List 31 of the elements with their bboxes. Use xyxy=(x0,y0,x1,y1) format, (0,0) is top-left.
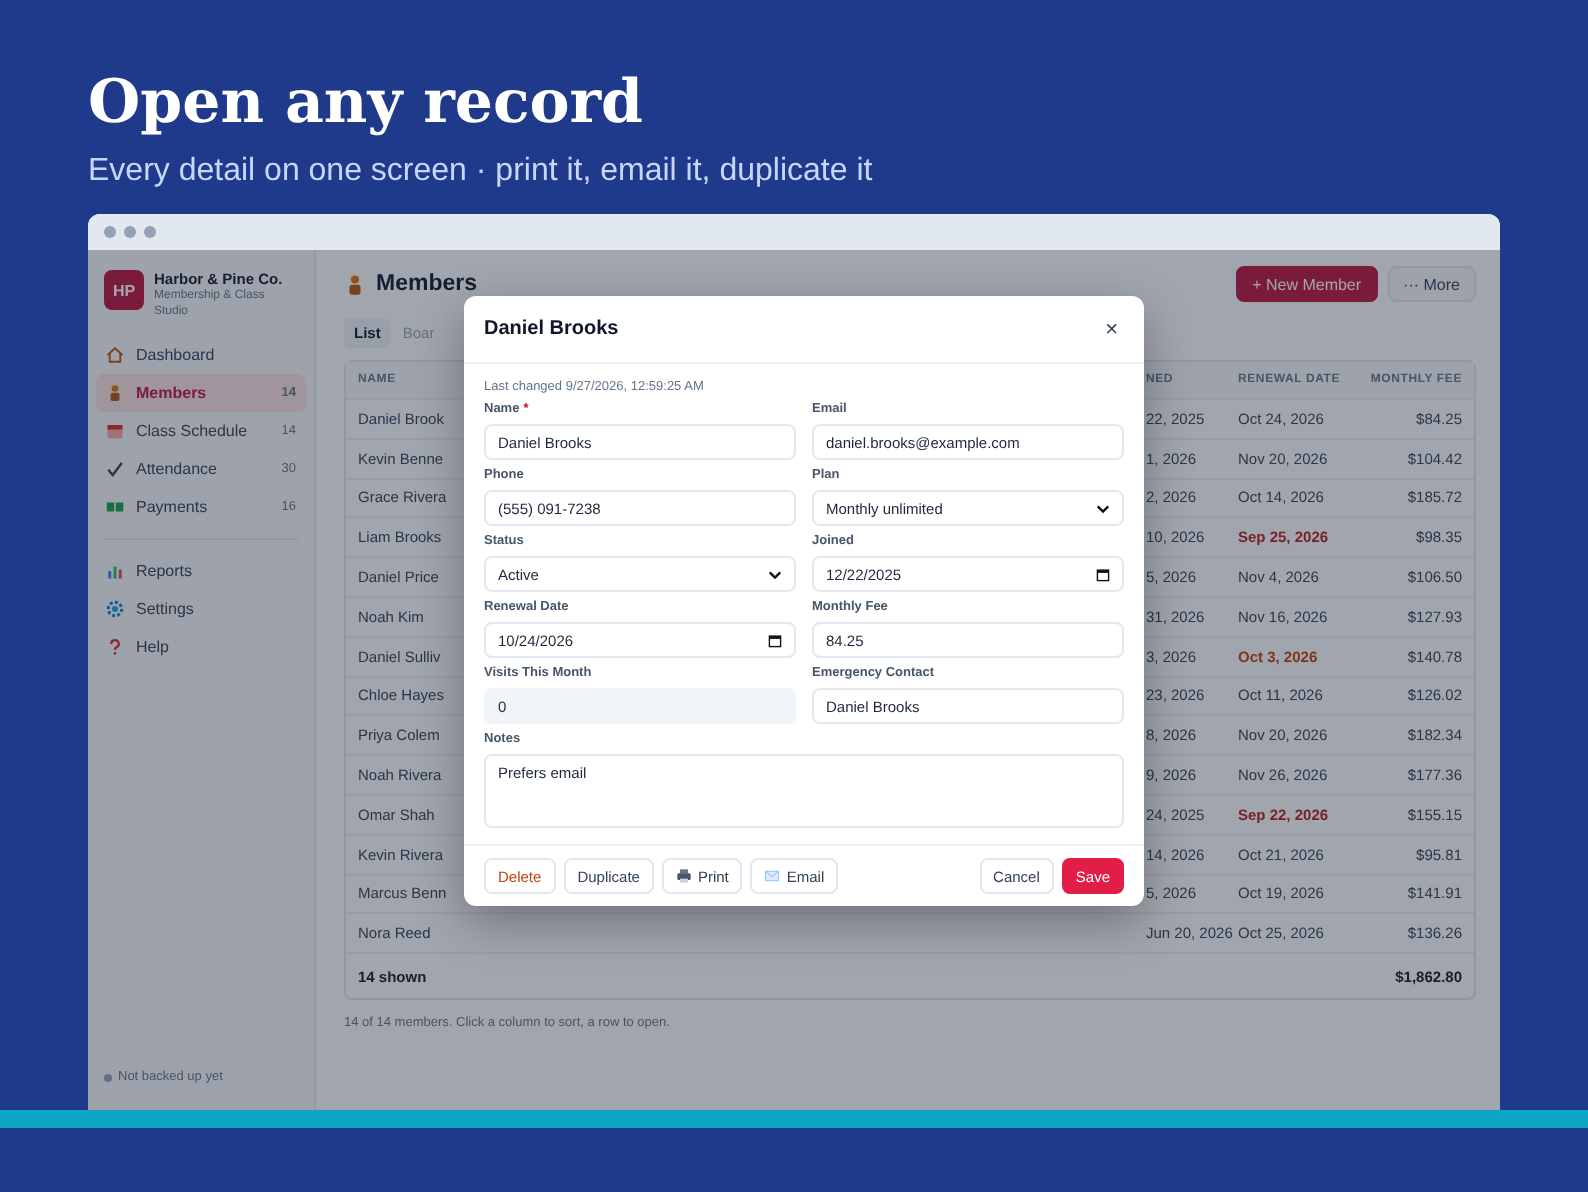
calendar-icon xyxy=(1096,567,1110,581)
sidebar-item[interactable]: Help xyxy=(96,628,306,666)
envelope-icon xyxy=(764,868,781,884)
sidebar-item[interactable]: Dashboard xyxy=(96,336,306,374)
printer-icon xyxy=(675,868,692,884)
calendar-icon xyxy=(106,422,124,440)
calendar-icon xyxy=(768,633,782,647)
window-dot xyxy=(104,226,116,238)
hero-title: Open any record xyxy=(88,66,646,142)
person-icon xyxy=(106,384,124,402)
cash-icon xyxy=(106,498,124,516)
house-icon xyxy=(106,346,124,364)
chevron-down-icon xyxy=(1096,501,1110,515)
dialog-title: Daniel Brooks xyxy=(484,318,619,340)
chart-icon xyxy=(106,562,124,580)
sidebar-item[interactable]: Reports xyxy=(96,552,306,590)
gear-icon xyxy=(106,600,124,618)
more-button[interactable]: ··· More xyxy=(1387,266,1476,302)
person-icon xyxy=(344,273,366,295)
check-icon xyxy=(106,460,124,478)
help-icon xyxy=(106,638,124,656)
close-button[interactable]: × xyxy=(1099,317,1124,341)
status-dot xyxy=(104,1073,112,1081)
page-title: Members xyxy=(376,272,477,296)
window-dot xyxy=(144,226,156,238)
brand-logo: HP xyxy=(104,270,144,310)
hero-subtitle: Every detail on one screen · print it, email it, duplicate it xyxy=(88,154,875,190)
window-dot xyxy=(124,226,136,238)
new-member-button[interactable]: + New Member xyxy=(1236,266,1378,302)
sidebar-item[interactable]: Settings xyxy=(96,590,306,628)
chevron-down-icon xyxy=(768,567,782,581)
